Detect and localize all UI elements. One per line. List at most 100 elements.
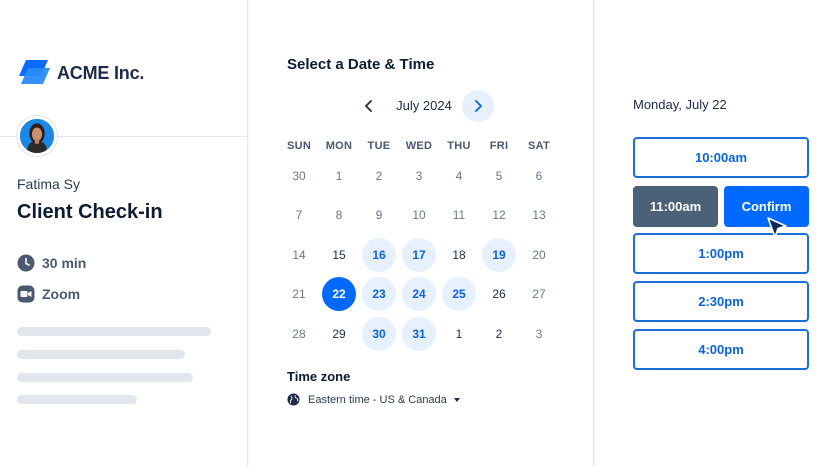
duration-label: 30 min [42,255,87,271]
time-slot[interactable]: 10:00am [633,137,809,178]
calendar-day: 11 [439,198,479,232]
calendar-day-available[interactable]: 24 [399,277,439,312]
day-number: 19 [482,237,516,272]
day-number: 4 [455,168,463,183]
acme-logo-icon [19,60,50,84]
calendar-day: 26 [479,277,519,311]
calendar-day: 15 [319,238,359,272]
day-number: 21 [292,287,306,302]
day-number: 2 [375,168,383,183]
calendar-day-available[interactable]: 31 [399,316,439,351]
calendar-day: 27 [519,277,559,311]
time-slot[interactable]: 2:30pm [633,281,809,322]
calendar-heading: Select a Date & Time [287,56,435,73]
calendar-day-available[interactable]: 17 [399,237,439,272]
host-avatar [17,116,57,156]
calendar-day: 28 [279,317,319,351]
calendar-week: 14 15 16 17 18 19 20 [279,235,559,275]
clock-icon [17,254,35,272]
calendar-day: 12 [479,198,519,232]
chevron-left-icon [365,100,372,112]
placeholder-line [17,327,211,336]
prev-month-button[interactable] [353,90,385,122]
selected-date: Monday, July 22 [633,97,727,112]
calendar-week: 30 1 2 3 4 5 6 [279,156,559,196]
day-number: 31 [402,316,436,351]
day-number: 23 [362,277,396,312]
calendar-day: 8 [319,198,359,232]
calendar-day: 2 [479,317,519,351]
calendar-week: 28 29 30 31 1 2 3 [279,314,559,354]
day-number: 24 [402,277,436,312]
day-number: 27 [532,287,546,302]
selected-time-slot[interactable]: 11:00am [633,186,718,227]
calendar-day: 18 [439,238,479,272]
day-number: 30 [292,168,306,183]
calendar-grid: SUN MON TUE WED THU FRI SAT 30 1 2 3 4 5 6 7 8 9 10 11 12 1… [279,140,559,354]
brand-name: ACME Inc. [57,62,145,83]
calendar-day-available[interactable]: 30 [359,316,399,351]
day-number: 28 [292,326,306,341]
day-number: 6 [535,168,543,183]
month-label: July 2024 [396,98,452,113]
day-number: 9 [375,208,383,223]
pointer-cursor-icon [767,217,787,238]
timezone-label: Time zone [287,369,351,384]
brand-logo: ACME Inc. [17,56,144,90]
placeholder-line [17,395,137,404]
day-number: 16 [362,237,396,272]
weekday-label: TUE [367,140,391,152]
month-navigator: July 2024 [353,90,494,122]
weekday-label: MON [325,140,353,152]
calendar-day: 1 [439,317,479,351]
weekday-header: SUN MON TUE WED THU FRI SAT [279,140,559,152]
next-month-button[interactable] [462,90,494,122]
event-title: Client Check-in [17,201,163,223]
calendar-day: 9 [359,198,399,232]
day-number: 14 [292,247,306,262]
time-slot[interactable]: 4:00pm [633,329,809,370]
calendar-week: 21 22 23 24 25 26 27 [279,275,559,315]
timezone-value: Eastern time - US & Canada [308,393,447,406]
day-number: 12 [492,208,506,223]
calendar-day: 30 [279,159,319,193]
calendar-day: 10 [399,198,439,232]
calendar-day: 14 [279,238,319,272]
weekday-label: SUN [286,140,312,152]
placeholder-line [17,350,185,359]
calendar-day-available[interactable]: 23 [359,277,399,312]
day-number: 30 [362,316,396,351]
day-number: 15 [332,247,346,262]
day-number: 11 [452,208,466,223]
day-number: 13 [532,208,546,223]
calendar-days: 30 1 2 3 4 5 6 7 8 9 10 11 12 13 14 15 16 17 18 19 20 21 22 23 2… [279,156,559,354]
chevron-right-icon [475,100,482,112]
event-duration: 30 min [17,254,86,272]
day-number: 29 [332,326,346,341]
day-number: 3 [415,168,423,183]
day-number: 1 [455,326,463,341]
host-name: Fatima Sy [17,176,81,192]
calendar-day: 13 [519,198,559,232]
calendar-day-selected[interactable]: 22 [319,277,359,312]
day-number: 10 [412,208,426,223]
timezone-select[interactable]: Eastern time - US & Canada [287,393,460,406]
calendar-day-available[interactable]: 19 [479,237,519,272]
weekday-label: FRI [489,140,509,152]
day-number: 17 [402,237,436,272]
calendar-day: 4 [439,159,479,193]
calendar-day-available[interactable]: 25 [439,277,479,312]
day-number: 1 [335,168,343,183]
calendar-day: 6 [519,159,559,193]
day-number: 22 [322,277,356,312]
day-number: 18 [452,247,466,262]
calendar-week: 7 8 9 10 11 12 13 [279,196,559,236]
day-number: 7 [295,208,303,223]
placeholder-line [17,373,193,382]
calendar-day: 29 [319,317,359,351]
calendar-day: 2 [359,159,399,193]
day-number: 26 [492,287,506,302]
calendar-day-available[interactable]: 16 [359,237,399,272]
day-number: 2 [495,326,503,341]
event-location: Zoom [17,285,80,303]
